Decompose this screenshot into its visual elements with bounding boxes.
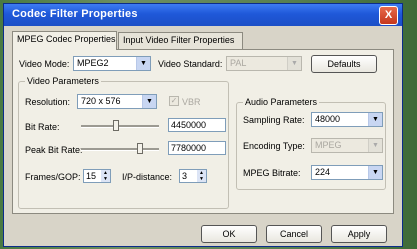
resolution-value: 720 x 576 xyxy=(81,96,121,106)
video-parameters-group: Video Parameters Resolution: 720 x 576 ▼… xyxy=(18,76,229,209)
cancel-button[interactable]: Cancel xyxy=(266,225,322,243)
sampling-rate-select[interactable]: 48000 ▼ xyxy=(311,112,383,127)
resolution-select[interactable]: 720 x 576 ▼ xyxy=(77,94,157,109)
frames-gop-label: Frames/GOP: xyxy=(25,172,81,182)
defaults-button[interactable]: Defaults xyxy=(311,55,377,73)
window-title: Codec Filter Properties xyxy=(12,8,138,20)
mpeg-bitrate-value: 224 xyxy=(315,167,331,177)
chevron-down-icon: ▼ xyxy=(142,95,156,108)
chevron-down-icon: ▼ xyxy=(136,57,150,70)
ip-distance-spinner[interactable]: 3 ▲ ▼ xyxy=(179,169,207,183)
tab-panel: Video Mode: MPEG2 ▼ Video Standard: PAL … xyxy=(12,49,394,214)
bit-rate-label: Bit Rate: xyxy=(25,122,60,132)
spin-down-icon[interactable]: ▼ xyxy=(197,176,206,182)
frames-gop-value: 15 xyxy=(86,171,97,181)
video-standard-label: Video Standard: xyxy=(158,59,223,69)
close-button[interactable]: X xyxy=(379,6,398,25)
bit-rate-slider[interactable] xyxy=(81,120,159,132)
bit-rate-slider-thumb[interactable] xyxy=(113,120,119,131)
sampling-rate-value: 48000 xyxy=(315,114,341,124)
bit-rate-value: 4450000 xyxy=(171,120,207,130)
chevron-down-icon: ▼ xyxy=(287,57,301,70)
audio-parameters-title: Audio Parameters xyxy=(243,97,320,107)
vbr-label: VBR xyxy=(182,97,201,107)
spin-down-icon[interactable]: ▼ xyxy=(101,176,110,182)
bit-rate-input[interactable]: 4450000 xyxy=(168,118,226,132)
encoding-type-value: MPEG xyxy=(315,140,342,150)
frames-gop-spinner[interactable]: 15 ▲ ▼ xyxy=(83,169,111,183)
chevron-down-icon: ▼ xyxy=(368,139,382,152)
encoding-type-label: Encoding Type: xyxy=(243,141,305,151)
ip-distance-label: I/P-distance: xyxy=(122,172,173,182)
peak-bit-rate-input[interactable]: 7780000 xyxy=(168,141,226,155)
audio-parameters-group: Audio Parameters Sampling Rate: 48000 ▼ … xyxy=(236,97,386,190)
chevron-down-icon: ▼ xyxy=(368,166,382,179)
peak-bit-rate-label: Peak Bit Rate: xyxy=(25,145,83,155)
video-mode-value: MPEG2 xyxy=(77,58,109,68)
tab-input-video-filter-properties[interactable]: Input Video Filter Properties xyxy=(118,32,243,49)
encoding-type-select: MPEG ▼ xyxy=(311,138,383,153)
vbr-checkbox[interactable]: ✓ xyxy=(169,96,179,106)
peak-bit-rate-value: 7780000 xyxy=(171,143,207,153)
video-standard-select: PAL ▼ xyxy=(226,56,302,71)
sampling-rate-label: Sampling Rate: xyxy=(243,115,305,125)
resolution-label: Resolution: xyxy=(25,97,71,107)
mpeg-bitrate-select[interactable]: 224 ▼ xyxy=(311,165,383,180)
chevron-down-icon: ▼ xyxy=(368,113,382,126)
video-standard-value: PAL xyxy=(230,58,247,68)
video-mode-select[interactable]: MPEG2 ▼ xyxy=(73,56,151,71)
video-mode-label: Video Mode: xyxy=(19,59,70,69)
apply-button[interactable]: Apply xyxy=(331,225,387,243)
dialog-window: Codec Filter Properties X MPEG Codec Pro… xyxy=(3,3,403,247)
mpeg-bitrate-label: MPEG Bitrate: xyxy=(243,168,301,178)
ip-distance-value: 3 xyxy=(182,171,188,181)
peak-bit-rate-slider[interactable] xyxy=(81,143,159,155)
title-bar[interactable]: Codec Filter Properties X xyxy=(4,4,402,26)
video-parameters-title: Video Parameters xyxy=(25,76,101,86)
tab-mpeg-codec-properties[interactable]: MPEG Codec Properties xyxy=(12,31,117,50)
ok-button[interactable]: OK xyxy=(201,225,257,243)
peak-bit-rate-slider-thumb[interactable] xyxy=(137,143,143,154)
bit-rate-slider-track xyxy=(81,125,159,128)
peak-bit-rate-slider-track xyxy=(81,148,159,151)
